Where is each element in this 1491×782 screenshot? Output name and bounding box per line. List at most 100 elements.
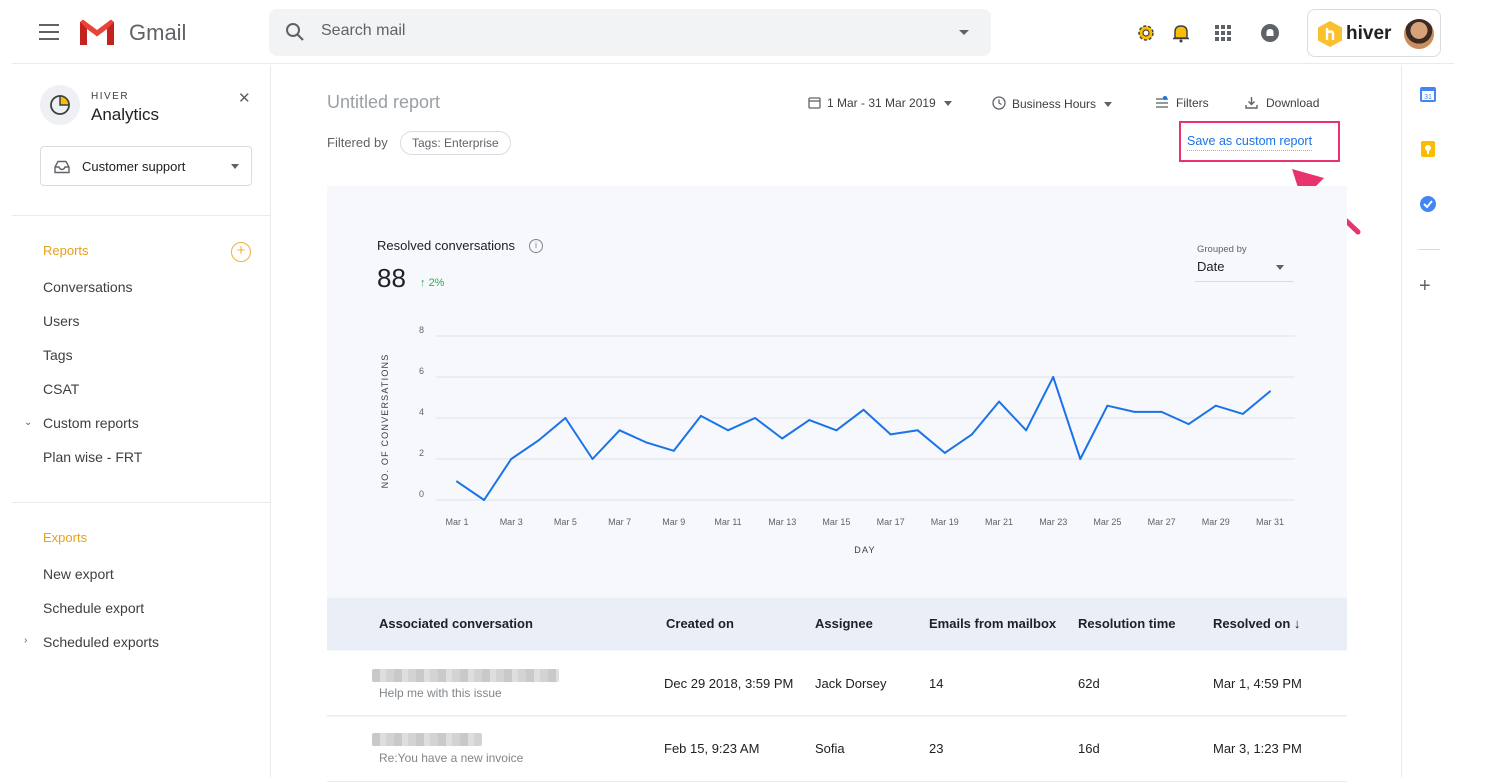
filter-chip[interactable]: Tags: Enterprise	[400, 131, 511, 155]
report-title[interactable]: Untitled report	[327, 92, 440, 113]
filters-button[interactable]: Filters	[1155, 96, 1209, 110]
data-point	[727, 429, 729, 432]
nav-item-users[interactable]: Users	[43, 313, 80, 329]
y-tick-label: 6	[419, 366, 424, 376]
save-custom-report-link[interactable]: Save as custom report	[1187, 134, 1313, 151]
data-point	[781, 437, 784, 440]
account-notification-icon[interactable]	[1259, 22, 1281, 44]
x-tick-label: Mar 29	[1202, 517, 1230, 527]
tasks-icon[interactable]	[1419, 195, 1437, 213]
conversation-subject[interactable]: Help me with this issue	[379, 686, 502, 700]
date-range-select[interactable]: 1 Mar - 31 Mar 2019	[808, 96, 952, 110]
divider	[12, 215, 270, 216]
column-header-emails[interactable]: Emails from mailbox	[929, 616, 1056, 631]
main-menu-icon[interactable]	[39, 24, 59, 40]
data-point	[862, 408, 865, 411]
mailbox-select[interactable]: Customer support	[40, 146, 252, 186]
reports-section-title: Reports	[43, 243, 89, 258]
chevron-down-icon	[231, 164, 239, 169]
data-point	[510, 458, 513, 460]
data-point	[1269, 390, 1271, 393]
clock-icon	[992, 96, 1006, 110]
analytics-logo	[40, 85, 80, 125]
filtered-by-label: Filtered by	[327, 135, 388, 150]
x-tick-label: Mar 23	[1039, 517, 1067, 527]
data-point	[1187, 423, 1190, 426]
brand-title: Analytics	[91, 105, 160, 124]
analytics-sidebar: HIVER Analytics ✕ Customer support Repor…	[12, 65, 271, 777]
data-point	[537, 439, 540, 442]
emails-cell: 23	[929, 741, 944, 756]
calendar-icon[interactable]: 31	[1419, 85, 1437, 103]
divider	[1418, 249, 1440, 250]
conversation-subject[interactable]: Re:You have a new invoice	[379, 751, 523, 765]
resolution-time-cell: 16d	[1078, 741, 1100, 756]
gmail-logo-icon[interactable]	[78, 18, 116, 46]
resolved-on-cell: Mar 3, 1:23 PM	[1213, 741, 1302, 756]
search-bar[interactable]	[269, 9, 991, 56]
x-tick-label: Mar 3	[500, 517, 523, 527]
created-on-cell: Dec 29 2018, 3:59 PM	[664, 676, 794, 691]
nav-item-new-export[interactable]: New export	[43, 566, 114, 582]
nav-item-schedule-export[interactable]: Schedule export	[43, 600, 144, 616]
x-tick-label: Mar 15	[822, 517, 850, 527]
hiver-account-button[interactable]: hiver	[1307, 9, 1441, 57]
column-header-created-on[interactable]: Created on	[666, 616, 734, 631]
data-point	[618, 429, 621, 432]
x-tick-label: Mar 21	[985, 517, 1013, 527]
y-tick-label: 2	[419, 448, 424, 458]
assignee-cell: Sofia	[815, 741, 845, 756]
nav-item-conversations[interactable]: Conversations	[43, 279, 133, 295]
created-on-cell: Feb 15, 9:23 AM	[664, 741, 760, 756]
nav-item-tags[interactable]: Tags	[43, 347, 73, 363]
data-point	[889, 433, 892, 436]
side-app-rail: 31 +	[1401, 65, 1454, 777]
add-report-icon[interactable]: +	[231, 242, 251, 262]
chevron-right-icon[interactable]: ›	[24, 635, 27, 646]
assignee-cell: Jack Dorsey	[815, 676, 887, 691]
brand-label: HIVER	[91, 91, 130, 102]
column-header-assignee[interactable]: Assignee	[815, 616, 873, 631]
resolution-time-cell: 62d	[1078, 676, 1100, 691]
user-avatar[interactable]	[1404, 19, 1434, 49]
close-sidebar-icon[interactable]: ✕	[238, 89, 251, 107]
top-bar: Gmail hiver	[12, 0, 1454, 64]
download-button[interactable]: Download	[1245, 96, 1319, 110]
chevron-down-icon	[943, 101, 952, 107]
data-point	[1241, 412, 1244, 415]
table-row[interactable]: Re:You have a new invoice Feb 15, 9:23 A…	[327, 717, 1347, 782]
data-point	[998, 400, 1000, 403]
gmail-wordmark[interactable]: Gmail	[129, 20, 186, 46]
table-row[interactable]: Help me with this issue Dec 29 2018, 3:5…	[327, 651, 1347, 716]
filter-sliders-icon	[1156, 96, 1168, 108]
y-tick-label: 0	[419, 489, 424, 499]
notification-bell-icon[interactable]	[1170, 22, 1192, 44]
x-axis-title: DAY	[854, 545, 875, 555]
resolved-on-cell: Mar 1, 4:59 PM	[1213, 676, 1302, 691]
download-label: Download	[1266, 96, 1320, 110]
column-header-resolved-on[interactable]: Resolved on ↓	[1213, 616, 1300, 631]
column-header-conversation[interactable]: Associated conversation	[379, 616, 533, 631]
data-point	[1133, 410, 1136, 413]
search-icon[interactable]	[285, 22, 305, 42]
keep-notes-icon[interactable]	[1419, 140, 1437, 158]
nav-item-csat[interactable]: CSAT	[43, 381, 79, 397]
data-point	[699, 414, 702, 417]
x-tick-label: Mar 9	[662, 517, 685, 527]
date-range-value: 1 Mar - 31 Mar 2019	[827, 96, 936, 110]
chevron-down-icon	[1104, 102, 1113, 108]
business-hours-select[interactable]: Business Hours	[992, 96, 1113, 111]
add-addon-icon[interactable]: +	[1419, 275, 1431, 298]
data-point	[672, 449, 675, 452]
search-options-icon[interactable]	[959, 30, 969, 35]
divider	[12, 502, 270, 503]
chevron-down-icon[interactable]: ⌄	[24, 417, 32, 428]
x-tick-label: Mar 1	[445, 517, 468, 527]
nav-item-plan-wise-frt[interactable]: Plan wise - FRT	[43, 449, 142, 465]
google-apps-grid-icon[interactable]	[1212, 22, 1234, 44]
column-header-resolution-time[interactable]: Resolution time	[1078, 616, 1176, 631]
nav-item-scheduled-exports[interactable]: Scheduled exports	[43, 634, 159, 650]
settings-gear-icon[interactable]	[1135, 22, 1157, 44]
nav-item-custom-reports[interactable]: Custom reports	[43, 415, 139, 431]
search-input[interactable]	[321, 22, 921, 40]
